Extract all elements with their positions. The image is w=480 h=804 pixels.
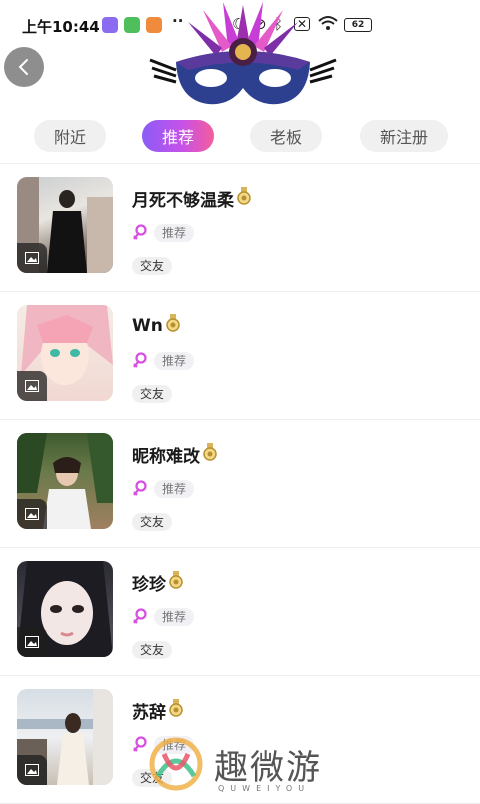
image-icon <box>17 627 47 657</box>
tag-chip: 交友 <box>132 257 173 275</box>
user-name: Wn <box>132 314 181 337</box>
female-icon <box>132 608 148 630</box>
list-item[interactable]: 昵称难改 推荐 交友 <box>0 420 480 548</box>
medal-icon <box>236 187 252 210</box>
watermark-text: 趣微游 <box>214 748 322 788</box>
download-icon <box>124 17 140 33</box>
avatar[interactable] <box>17 433 113 529</box>
avatar[interactable] <box>17 177 113 273</box>
list-item[interactable]: 珍珍 推荐 交友 <box>0 548 480 676</box>
app-notification-icon <box>102 17 118 33</box>
user-name: 昵称难改 <box>132 442 218 467</box>
medal-icon <box>168 571 184 594</box>
medal-icon <box>168 699 184 722</box>
image-icon <box>17 499 47 529</box>
user-name: 珍珍 <box>132 570 184 595</box>
recommend-badge: 推荐 <box>154 352 195 370</box>
user-name: 月死不够温柔 <box>132 186 252 211</box>
image-icon <box>17 371 47 401</box>
watermark-subtext: QUWEIYOU <box>218 784 311 793</box>
category-tabs: 附近 推荐 老板 新注册 <box>0 120 480 154</box>
user-name: 苏辞 <box>132 698 184 723</box>
female-icon <box>132 352 148 374</box>
tag-chip: 交友 <box>132 641 173 659</box>
tag-chip: 交友 <box>132 385 173 403</box>
image-icon <box>17 755 47 785</box>
back-button[interactable] <box>4 47 44 87</box>
avatar[interactable] <box>17 561 113 657</box>
tag-chip: 交友 <box>132 513 173 531</box>
watermark: 趣微游 QUWEIYOU <box>148 736 348 796</box>
tab-nearby[interactable]: 附近 <box>34 120 106 152</box>
battery-icon: 62 <box>344 18 372 32</box>
image-icon <box>17 243 47 273</box>
female-icon <box>132 480 148 502</box>
status-time: 上午10:44 <box>22 18 100 36</box>
recommend-badge: 推荐 <box>154 224 195 242</box>
avatar[interactable] <box>17 689 113 785</box>
user-list: 月死不够温柔 推荐 交友 Wn 推荐 交友 昵称难改 推荐 交友 珍珍 推荐 交… <box>0 164 480 804</box>
list-item[interactable]: 月死不够温柔 推荐 交友 <box>0 164 480 292</box>
tab-recommended[interactable]: 推荐 <box>142 120 214 152</box>
female-icon <box>132 736 148 758</box>
masquerade-mask-logo <box>148 0 338 110</box>
avatar[interactable] <box>17 305 113 401</box>
medal-icon <box>165 314 181 337</box>
recommend-badge: 推荐 <box>154 480 195 498</box>
list-item[interactable]: Wn 推荐 交友 <box>0 292 480 420</box>
watermark-logo-icon <box>149 737 203 791</box>
chevron-left-icon <box>18 59 28 75</box>
medal-icon <box>202 443 218 466</box>
tab-new-register[interactable]: 新注册 <box>360 120 448 152</box>
tab-boss[interactable]: 老板 <box>250 120 322 152</box>
recommend-badge: 推荐 <box>154 608 195 626</box>
female-icon <box>132 224 148 246</box>
